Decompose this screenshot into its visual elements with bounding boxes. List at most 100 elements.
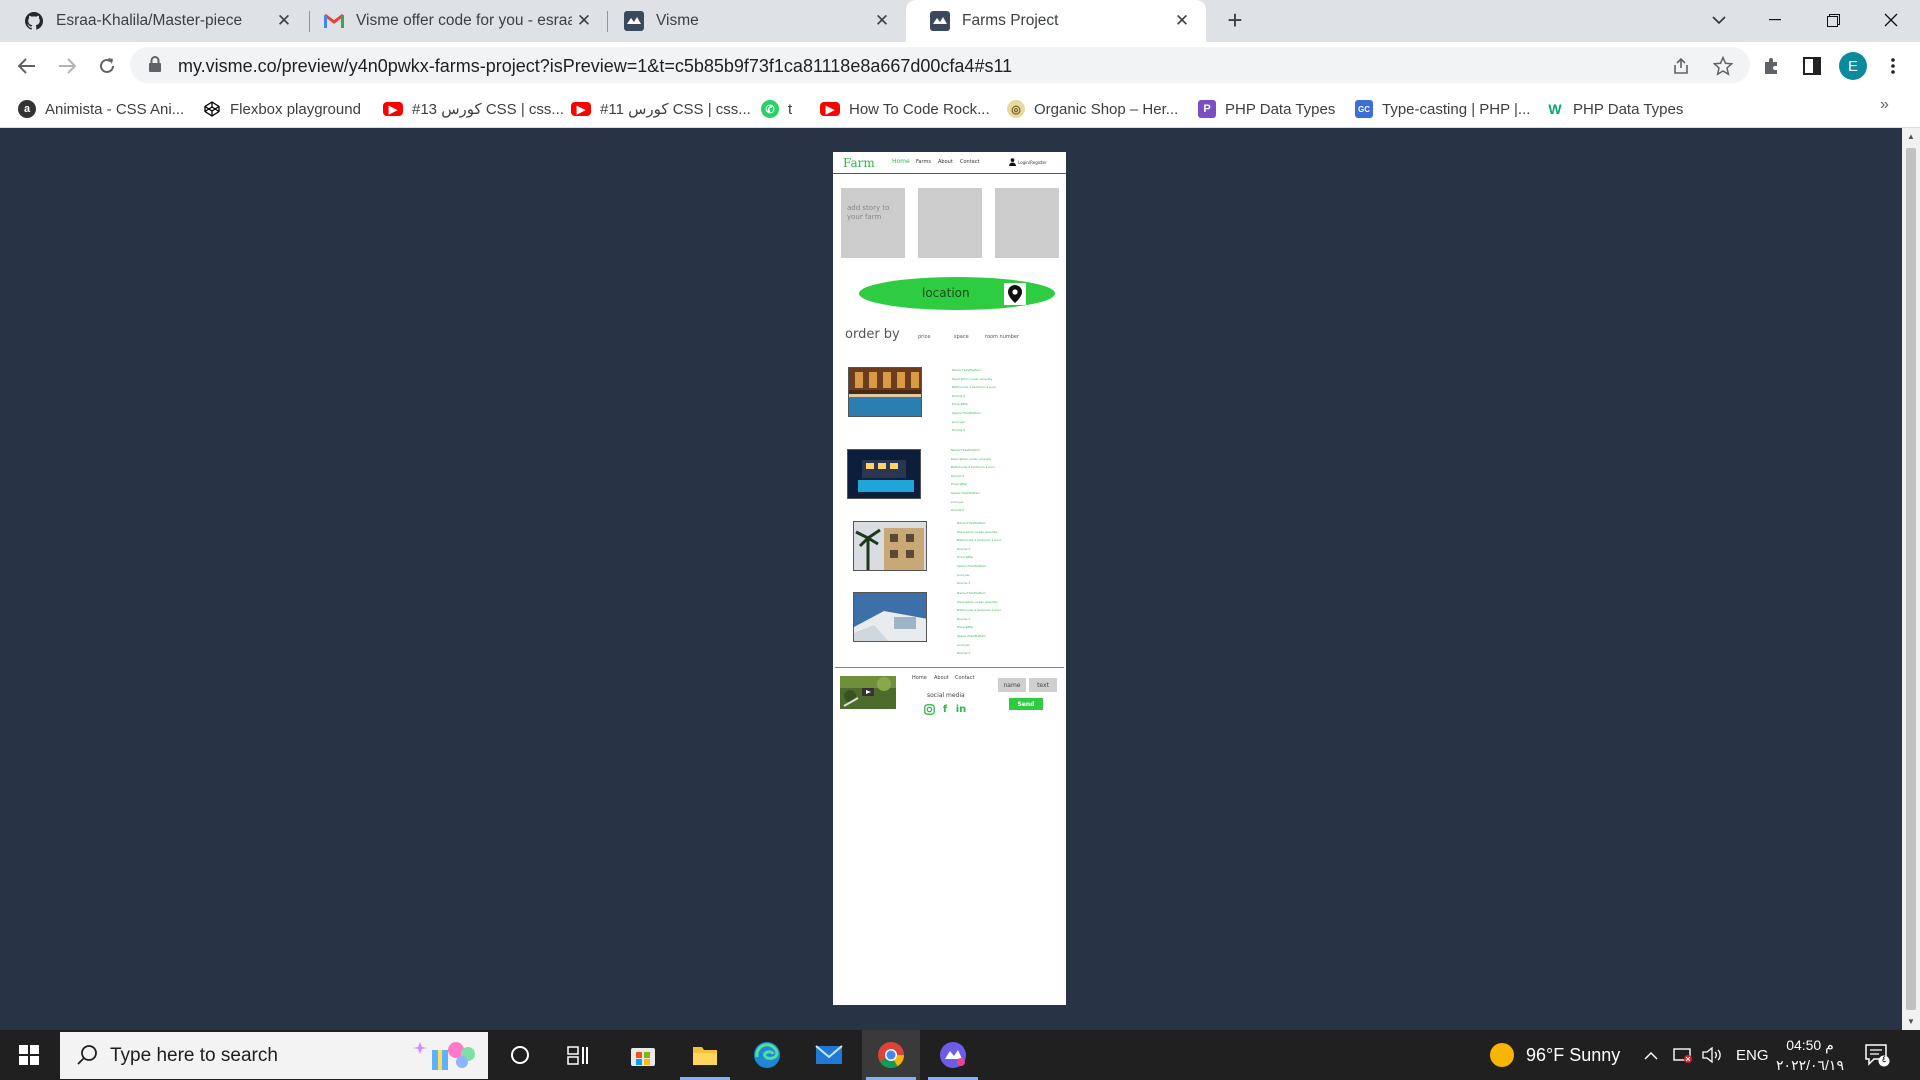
instagram-icon[interactable]: [923, 703, 935, 715]
farm-logo[interactable]: Farm: [843, 156, 875, 170]
cortana-icon[interactable]: [491, 1030, 549, 1080]
mail-icon[interactable]: [800, 1030, 858, 1080]
listing-line: Price:$85p: [957, 555, 973, 560]
close-icon[interactable]: ✕: [1170, 11, 1194, 31]
nav-contact-link[interactable]: Contact: [960, 159, 979, 165]
scroll-down-arrow-icon[interactable]: ▼: [1907, 1017, 1915, 1026]
nav-about-link[interactable]: About: [938, 159, 953, 165]
listing-photo-night-villa[interactable]: [847, 449, 921, 499]
footer-contact-link[interactable]: Contact: [955, 675, 974, 681]
scroll-up-arrow-icon[interactable]: ▲: [1907, 132, 1915, 141]
tab-search-chevron-icon[interactable]: [1694, 0, 1744, 40]
kebab-menu-icon[interactable]: [1878, 51, 1908, 81]
nav-farms-link[interactable]: Farms: [916, 159, 931, 165]
listing-photo-palm-house[interactable]: [853, 521, 927, 571]
scrollbar-thumb[interactable]: [1906, 148, 1916, 1010]
bookmarks-overflow-button[interactable]: »: [1880, 96, 1889, 114]
restore-icon[interactable]: [1808, 0, 1858, 40]
forward-arrow-icon[interactable]: [52, 51, 82, 81]
php-icon: P: [1198, 100, 1216, 118]
listing-photo-white-villa[interactable]: [853, 592, 927, 642]
chrome-icon[interactable]: [862, 1030, 920, 1080]
location-button[interactable]: location: [859, 277, 1055, 310]
listing-details: Name:TheVillaHero Description:ocean amen…: [957, 589, 1017, 658]
login-register-link[interactable]: Login/Register: [1009, 158, 1047, 166]
side-panel-icon[interactable]: [1797, 51, 1827, 81]
task-view-icon[interactable]: [549, 1030, 607, 1080]
bookmark-item[interactable]: ▶ #13 كورس CSS | css...: [383, 96, 564, 122]
listing-line: pool:yes: [957, 642, 970, 647]
listing-line: Price:$85p: [952, 402, 968, 407]
bookmark-item[interactable]: P PHP Data Types: [1198, 96, 1335, 122]
footer-text-field[interactable]: text: [1029, 678, 1057, 692]
listing-line: Bathrooms 2 bedroom 1 pool: [957, 608, 1001, 613]
file-explorer-icon[interactable]: [676, 1030, 734, 1080]
close-icon[interactable]: ✕: [272, 11, 296, 31]
social-media-label: social media: [927, 692, 965, 699]
back-arrow-icon[interactable]: [12, 51, 42, 81]
clock[interactable]: 04:50 م ٢٠٢٢/٠٦/١٩: [1770, 1035, 1850, 1075]
close-icon[interactable]: ✕: [870, 11, 894, 31]
tray-chevron-up-icon[interactable]: [1644, 1030, 1658, 1080]
footer-video-thumbnail[interactable]: [840, 676, 896, 709]
facebook-icon[interactable]: f: [939, 703, 951, 715]
network-disconnected-icon[interactable]: [1673, 1030, 1693, 1080]
codepen-icon: [203, 100, 221, 118]
gmail-icon: [324, 11, 344, 31]
weather-widget[interactable]: 96°F Sunny: [1490, 1030, 1620, 1080]
minimize-icon[interactable]: [1750, 0, 1800, 40]
bookmark-item[interactable]: ▶ How To Code Rock...: [820, 96, 990, 122]
bookmark-item[interactable]: a Animista - CSS Ani...: [18, 96, 184, 122]
nav-home-link[interactable]: Home: [892, 158, 910, 165]
bookmark-item[interactable]: GC Type-casting | PHP |...: [1355, 96, 1530, 122]
share-icon[interactable]: [1670, 55, 1692, 77]
extensions-puzzle-icon[interactable]: [1757, 51, 1787, 81]
location-label: location: [922, 286, 970, 300]
new-tab-button[interactable]: +: [1220, 6, 1250, 36]
bookmark-item[interactable]: ◎ Organic Shop – Her...: [1007, 96, 1178, 122]
bookmark-item[interactable]: ✆ t: [761, 96, 792, 122]
reload-icon[interactable]: [92, 51, 122, 81]
bookmark-item[interactable]: ▶ #11 كورس CSS | css...: [571, 96, 751, 122]
taskbar-search-box[interactable]: Type here to search: [60, 1032, 488, 1079]
edge-icon[interactable]: [738, 1030, 796, 1080]
linkedin-icon[interactable]: in: [955, 703, 967, 715]
story-card[interactable]: [995, 188, 1059, 258]
footer-name-field[interactable]: name: [998, 678, 1026, 692]
footer-about-link[interactable]: About: [934, 675, 949, 681]
notification-center-icon[interactable]: ٤: [1864, 1043, 1890, 1067]
tab-farms-project[interactable]: Farms Project ✕: [906, 0, 1206, 42]
volume-icon[interactable]: [1702, 1030, 1724, 1080]
tab-github[interactable]: Esraa-Khalila/Master-piece ✕: [0, 0, 308, 42]
listing-line: Name:TheVillaHero: [952, 368, 981, 372]
bookmark-item[interactable]: Flexbox playground: [203, 96, 361, 122]
send-button[interactable]: Send: [1009, 698, 1043, 710]
close-window-icon[interactable]: [1866, 0, 1916, 40]
footer-home-link[interactable]: Home: [912, 675, 927, 681]
order-rooms-option[interactable]: room number: [985, 334, 1019, 340]
tab-visme[interactable]: Visme ✕: [600, 0, 906, 42]
bookmark-item[interactable]: W PHP Data Types: [1546, 96, 1683, 122]
address-bar[interactable]: my.visme.co/preview/y4n0pwkx-farms-proje…: [130, 47, 1750, 83]
bookmark-label: PHP Data Types: [1573, 100, 1684, 118]
order-space-option[interactable]: space: [954, 334, 969, 340]
windows-start-icon[interactable]: [0, 1030, 58, 1080]
listing-line: Name:TheVillaHero: [957, 521, 986, 525]
page-scrollbar[interactable]: ▲ ▼: [1902, 128, 1920, 1030]
url-text[interactable]: my.visme.co/preview/y4n0pwkx-farms-proje…: [178, 56, 1012, 77]
add-story-card[interactable]: add story to your farm: [841, 188, 905, 258]
bookmark-star-icon[interactable]: [1712, 55, 1734, 77]
microsoft-store-icon[interactable]: [614, 1030, 672, 1080]
order-price-option[interactable]: price: [918, 334, 930, 340]
listing-line: Rooms:3: [952, 393, 966, 398]
story-card[interactable]: [918, 188, 982, 258]
profile-avatar[interactable]: E: [1839, 52, 1867, 80]
lock-icon[interactable]: [148, 56, 164, 74]
visme-app-icon[interactable]: [924, 1030, 982, 1080]
listing-line: Rooms:3: [957, 651, 971, 656]
tab-gmail[interactable]: Visme offer code for you - esraa.k ✕: [300, 0, 608, 42]
bookmark-label: t: [788, 100, 793, 118]
listing-photo-indoor-pool[interactable]: [848, 367, 922, 417]
close-icon[interactable]: ✕: [572, 11, 596, 31]
language-indicator[interactable]: ENG: [1736, 1030, 1769, 1080]
